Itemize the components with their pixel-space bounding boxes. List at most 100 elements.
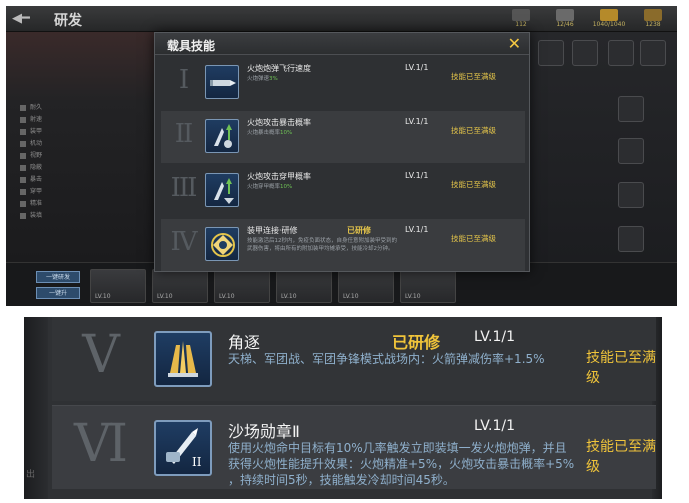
skill-row[interactable]: IV 装甲连接·研修 已研修 技能激活后12秒内，免疫负面状态，自身任意附加装甲… [161,219,525,271]
skill-row[interactable]: I 火炮炮弹飞行速度 火炮弹速3% LV.1/1 技能已至满级 [161,57,525,109]
part-card[interactable]: LV.10 [276,269,332,303]
skill-desc: 火炮暴击概率10% [247,129,397,137]
skill-numeral: IV [170,227,197,257]
stat-row: 精准 [20,198,42,207]
stat-row: 机动 [20,138,42,147]
part-card[interactable]: LV.10 [90,269,146,303]
svg-text:II: II [192,455,202,469]
skill-desc: 天梯、军团战、军团争锋模式战场内：火箭弹减伤率+1.5% [228,351,588,367]
stat-row: 装填 [20,210,42,219]
skill-desc-line: 使用火炮命中目标有10%几率触发立即装填一发火炮炮弹，并且 [228,441,567,455]
skill-numeral: I [178,65,189,95]
one-key-research-button[interactable]: 一键研发 [36,271,80,283]
skill-numeral: II [174,119,194,149]
page-title: 研发 [54,13,82,29]
skill-desc-text: 火炮弹速 [247,76,270,82]
left-stats-panel: 耐久 射速 装甲 机动 视野 隐蔽 暴击 穿甲 精准 装填 [6,32,156,262]
armor-link-icon [205,227,239,261]
stat-row: 耐久 [20,102,42,111]
game-screenshot-research: ◀━ 研发 112 12/46 1040/1040 1238 耐久 射速 装甲 … [6,6,677,306]
skill-desc-value: 10% [280,130,293,136]
crit-rate-icon [205,119,239,153]
skill-level: LV.1/1 [405,117,429,126]
one-key-upgrade-button[interactable]: 一键升 [36,287,80,299]
stat-row: 暴击 [20,174,42,183]
card-level: LV.10 [281,293,297,300]
resource-value: 1040/1040 [592,21,626,28]
skill-status: 技能已至满级 [586,350,656,386]
penetration-icon [205,173,239,207]
stat-row: 穿甲 [20,186,42,195]
stat-row: 射速 [20,114,42,123]
skill-desc-text: 火炮穿甲概率 [247,184,281,190]
resource-value: 1238 [645,21,661,28]
skill-name: 角逐 [228,333,261,352]
battle-medal-icon: II [154,420,212,476]
skill-level: LV.1/1 [474,329,516,345]
skill-numeral: VI [73,414,128,474]
card-level: LV.10 [219,293,235,300]
researched-badge: 已研修 [392,333,441,352]
shell-speed-icon [205,65,239,99]
part-card[interactable]: LV.10 [338,269,394,303]
right-tool-panel [528,32,677,262]
stat-row: 装甲 [20,126,42,135]
resource-counter[interactable]: 1040/1040 [590,9,628,29]
tool-tile[interactable] [572,40,598,66]
card-level: LV.10 [343,293,359,300]
skill-name: 沙场勋章Ⅱ [228,422,300,441]
tool-tile[interactable] [538,40,564,66]
skill-name: 火炮炮弹飞行速度 [247,64,311,73]
modal-title: 载具技能 [167,39,216,53]
skill-row[interactable]: VI II 沙场勋章Ⅱ LV.1/1 使用火炮命中目标有10%几率触发立即装填一… [52,405,656,489]
tool-tile[interactable] [618,96,644,122]
part-card[interactable]: LV.10 [400,269,456,303]
skill-row[interactable]: II 火炮攻击暴击概率 火炮暴击概率10% LV.1/1 技能已至满级 [161,111,525,163]
skill-desc-text: 技能激活后12秒内，免疫负面状态，自身任意附加装甲受到的武器伤害，将由所有的附加… [247,238,398,252]
skill-row[interactable]: V 角逐 已研修 LV.1/1 天梯、军团战、军团争锋模式战场内：火箭弹减伤率+… [52,317,656,401]
skill-list-closeup: 出 V 角逐 已研修 LV.1/1 天梯、军团战、军团争锋模式战场内：火箭弹减伤… [24,317,662,499]
skill-numeral: III [170,173,198,203]
skill-desc-text: 火炮暴击概率 [247,130,281,136]
tool-tile[interactable] [608,40,634,66]
skill-desc: 使用火炮命中目标有10%几率触发立即装填一发火炮炮弹，并且 获得火炮性能提升效果… [228,440,588,488]
part-card[interactable]: LV.10 [152,269,208,303]
skill-desc-value: 3% [269,76,278,82]
tool-tile[interactable] [618,226,644,252]
gold-icon [600,9,618,21]
missile-horn-icon [154,331,212,387]
tool-tile[interactable] [618,182,644,208]
skill-status: 技能已至满级 [586,439,656,475]
tool-tile[interactable] [618,138,644,164]
skill-desc-value: 10% [280,184,293,190]
skill-row[interactable]: III 火炮攻击穿甲概率 火炮穿甲概率10% LV.1/1 技能已至满级 [161,165,525,217]
card-level: LV.10 [95,293,111,300]
skill-numeral: V [82,325,120,385]
vehicle-skills-modal: 载具技能 ✕ I 火炮炮弹飞行速度 火炮弹速3% LV.1/1 技能已至满级 I… [154,32,530,272]
part-card[interactable]: LV.10 [214,269,270,303]
tool-tile[interactable] [640,40,666,66]
card-level: LV.10 [157,293,173,300]
resource-counter[interactable]: 112 [502,9,540,29]
skill-desc: 技能激活后12秒内，免疫负面状态，自身任意附加装甲受到的武器伤害，将由所有的附加… [247,237,397,253]
researched-badge: 已研修 [347,226,371,235]
skill-name: 装甲连接·研修 [247,226,298,235]
back-arrow-icon[interactable]: ◀━ [12,11,30,26]
skill-level: LV.1/1 [405,63,429,72]
card-level: LV.10 [405,293,421,300]
resource-counter[interactable]: 1238 [634,9,672,29]
skill-desc: 火炮穿甲概率10% [247,183,397,191]
stat-row: 隐蔽 [20,162,42,171]
skill-level: LV.1/1 [405,171,429,180]
resource-counter[interactable]: 12/46 [546,9,584,29]
vehicle-icon [556,9,574,21]
close-icon[interactable]: ✕ [508,33,521,55]
skill-name: 火炮攻击暴击概率 [247,118,311,127]
resource-value: 12/46 [556,21,574,28]
skill-desc-line: 获得火炮性能提升效果：火炮精准+5%，火炮攻击暴击概率+5% [228,457,575,471]
skill-desc: 火炮弹速3% [247,75,397,83]
cropped-text: 出 [26,470,36,480]
skill-desc-line: ，持续时间5秒，技能触发冷却时间45秒。 [228,473,455,487]
resource-value: 112 [515,21,527,28]
fuel-icon [512,9,530,21]
